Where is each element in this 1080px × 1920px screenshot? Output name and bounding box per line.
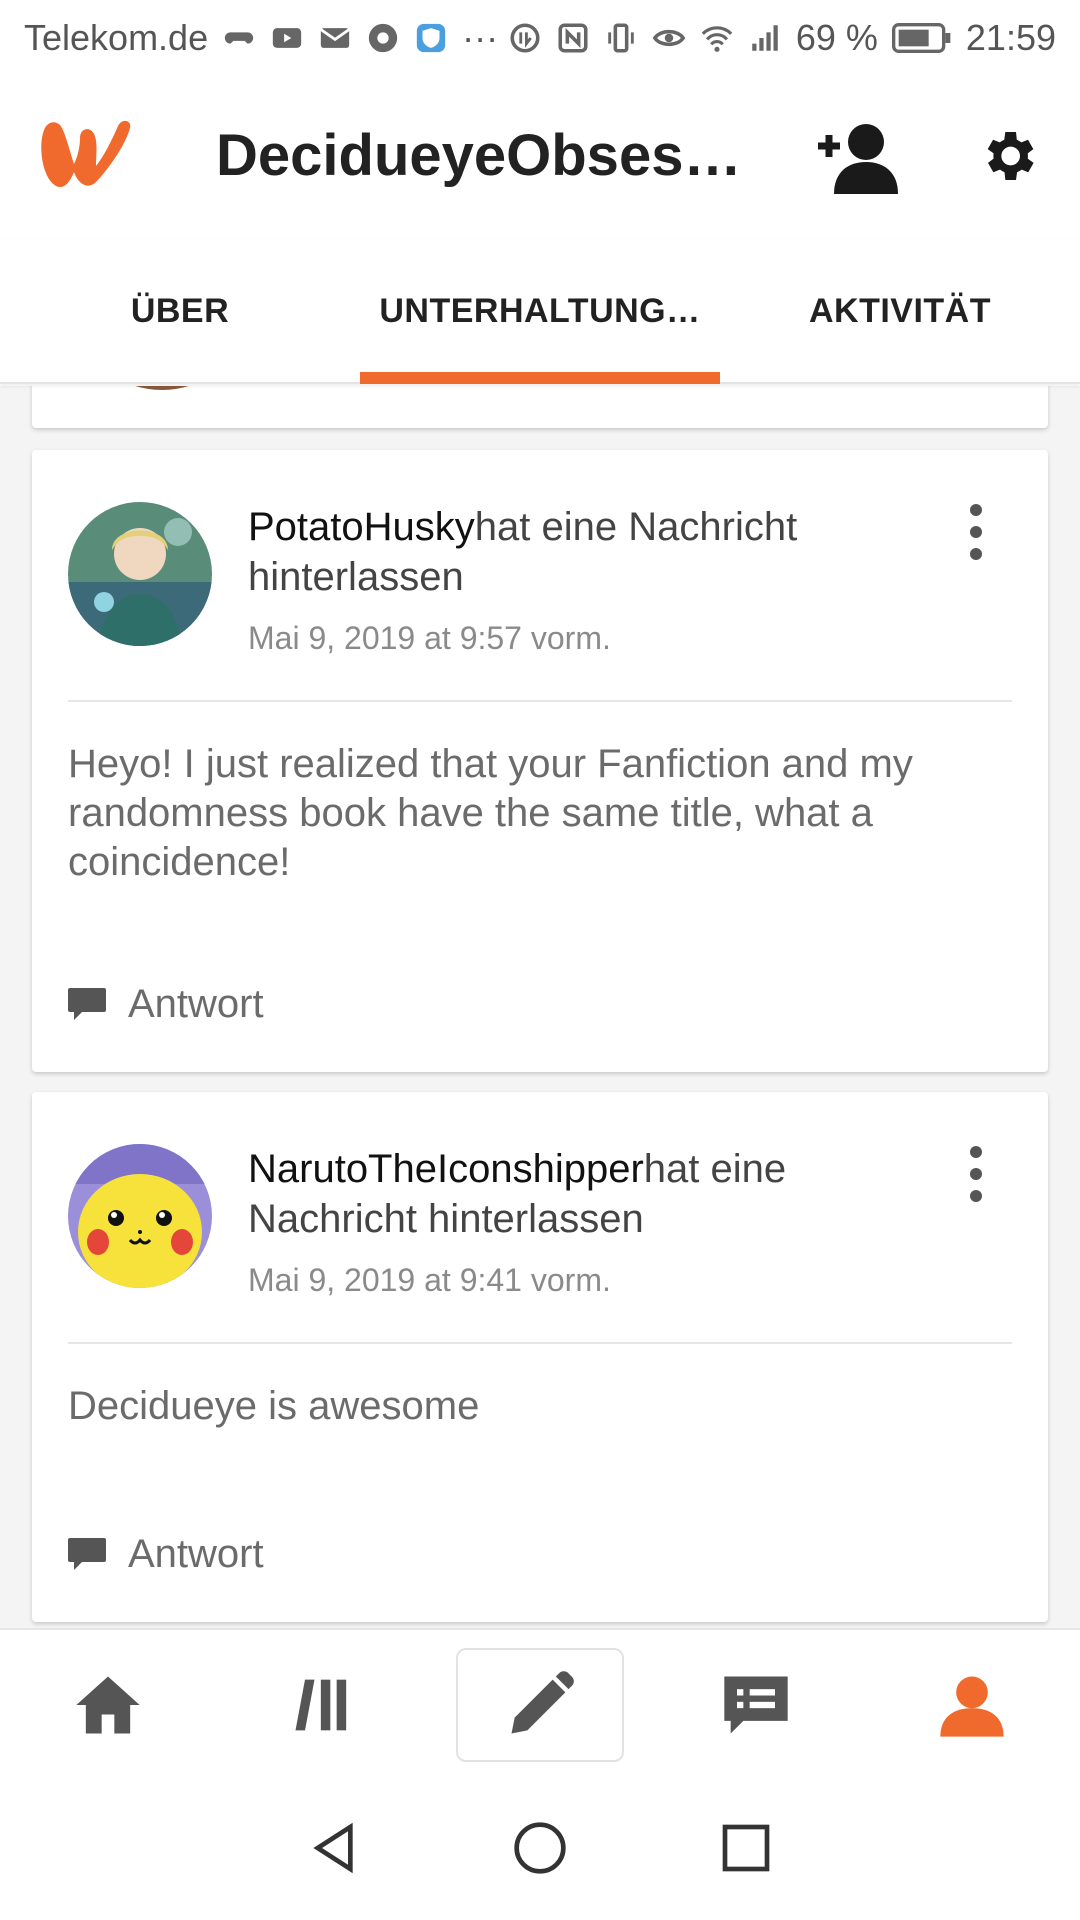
reply-label: Antwort [128,1532,264,1576]
library-icon [295,1679,347,1731]
message-feed[interactable]: PotatoHuskyhat eine Nachricht hinterlass… [0,386,1080,1628]
reply-label: Antwort [128,982,264,1026]
nav-home[interactable] [24,1648,192,1762]
home-icon [76,1676,140,1734]
nav-write[interactable] [456,1648,624,1762]
home-button[interactable] [512,1820,568,1881]
home-circle-icon [514,1821,566,1874]
carrier-label: Telekom.de [24,17,209,58]
more-options-button[interactable] [956,1144,996,1204]
message-text: Decidueye is awesome [68,1384,480,1428]
nav-messages[interactable] [672,1648,840,1762]
reply-button[interactable]: Antwort [68,1532,264,1577]
profile-icon [940,1676,1004,1737]
reply-button[interactable]: Antwort [68,982,264,1027]
tab-activity[interactable]: AKTIVITÄT [720,240,1080,382]
author-name[interactable]: NarutoTheIconshipper [248,1147,644,1191]
pencil-icon [511,1671,574,1734]
author-name[interactable]: PotatoHusky [248,505,475,549]
avatar[interactable] [68,502,212,646]
timestamp: Mai 9, 2019 at 9:57 vorm. [248,620,611,656]
eye-comfort-icon [652,21,686,55]
back-triangle-icon [313,1822,353,1873]
profile-title: DecidueyeObsessi… [216,123,756,188]
more-vert-icon [970,504,982,560]
mail-icon [318,21,352,55]
timestamp: Mai 9, 2019 at 9:41 vorm. [248,1262,611,1298]
message-text: Heyo! I just realized that your Fanficti… [68,742,913,884]
clock: 21:59 [965,17,1056,58]
battery-percent: 69 % [795,17,878,58]
bottom-nav [0,1628,1080,1780]
recents-square-icon [722,1824,770,1871]
comment-icon [68,987,106,1020]
nfc-icon [556,21,590,55]
battery-icon [891,21,952,55]
data-saver-icon [508,21,542,55]
wattpad-logo-icon[interactable] [34,116,134,194]
recents-button[interactable] [718,1820,774,1881]
app-header: DecidueyeObsessi… [0,76,1080,240]
status-right: 69 % 21:59 [508,17,1056,59]
messages-icon [724,1676,788,1734]
system-nav [0,1780,1080,1920]
status-left: Telekom.de ··· [24,17,498,59]
game-icon [222,21,256,55]
wifi-icon [700,21,734,55]
message-card: NarutoTheIconshipperhat eine Nachricht h… [32,1092,1048,1622]
add-person-icon [818,124,898,194]
signal-icon [748,21,782,55]
previous-message-card [32,386,1048,428]
avatar [92,386,232,390]
more-options-button[interactable] [956,502,996,562]
nav-library[interactable] [240,1648,408,1762]
chrome-icon [366,21,400,55]
more-notifications-label: ··· [462,17,499,58]
message-header: PotatoHuskyhat eine Nachricht hinterlass… [248,502,888,602]
profile-tabs: ÜBER UNTERHALTUNG… AKTIVITÄT [0,240,1080,384]
avatar[interactable] [68,1144,212,1288]
screen: Telekom.de ··· 69 % 21:59 DecidueyeObses… [0,0,1080,1920]
comment-icon [68,1537,106,1570]
youtube-icon [270,21,304,55]
tab-about[interactable]: ÜBER [0,240,360,382]
message-header: NarutoTheIconshipperhat eine Nachricht h… [248,1144,888,1244]
back-button[interactable] [306,1820,362,1881]
message-card: PotatoHuskyhat eine Nachricht hinterlass… [32,450,1048,1072]
nav-profile[interactable] [888,1648,1056,1762]
divider [68,700,1012,702]
gear-icon [987,132,1034,180]
follow-button[interactable] [816,120,900,194]
tab-conversations[interactable]: UNTERHALTUNG… [360,240,720,384]
shield-icon [414,21,448,55]
status-bar: Telekom.de ··· 69 % 21:59 [0,0,1080,76]
more-vert-icon [970,1146,982,1202]
settings-button[interactable] [976,124,1040,188]
vibrate-icon [604,21,638,55]
divider [68,1342,1012,1344]
